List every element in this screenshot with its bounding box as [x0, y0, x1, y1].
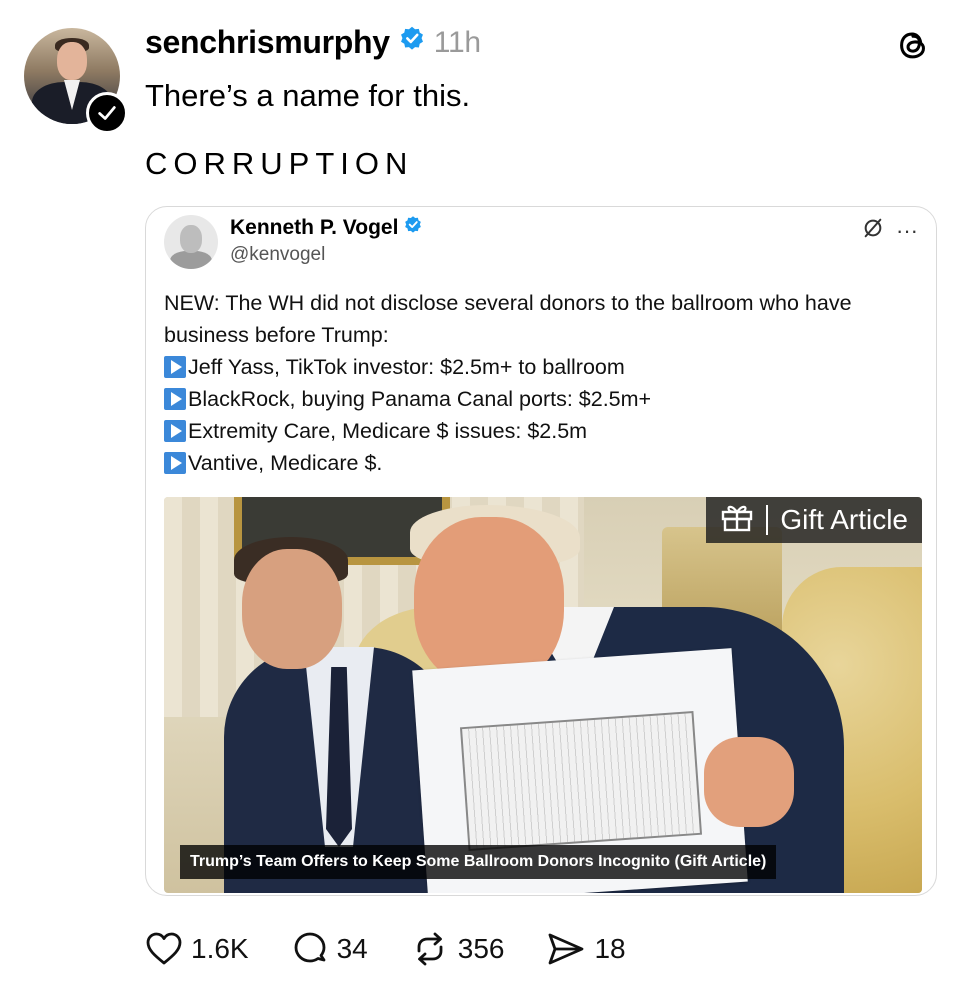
quoted-top-icons: ···	[862, 217, 918, 245]
like-button[interactable]: 1.6K	[145, 931, 249, 967]
play-icon	[164, 388, 186, 410]
gift-article-badge[interactable]: Gift Article	[706, 497, 922, 543]
quoted-intro-line2: business before Trump:	[164, 323, 389, 347]
comment-icon	[291, 930, 329, 968]
share-count: 18	[594, 933, 626, 964]
threads-logo-icon[interactable]	[894, 26, 932, 64]
repost-button[interactable]: 356	[410, 930, 505, 968]
list-item: Extremity Care, Medicare $ issues: $2.5m	[164, 415, 924, 447]
more-options-icon[interactable]: ···	[896, 218, 918, 244]
list-item-text: Extremity Care, Medicare $ issues: $2.5m	[188, 419, 588, 443]
gift-icon	[720, 502, 754, 539]
comment-button[interactable]: 34	[291, 930, 368, 968]
list-item-text: Vantive, Medicare $.	[188, 451, 383, 475]
repost-icon	[410, 930, 450, 968]
quoted-author-name[interactable]: Kenneth P. Vogel	[230, 216, 398, 240]
list-item-text: Jeff Yass, TikTok investor: $2.5m+ to ba…	[188, 355, 625, 379]
list-item: Jeff Yass, TikTok investor: $2.5m+ to ba…	[164, 351, 924, 383]
quoted-author-name-row: Kenneth P. Vogel	[230, 215, 423, 241]
post-header: senchrismurphy 11h	[145, 24, 481, 61]
article-photo[interactable]: Gift Article Trump’s Team Offers to Keep…	[164, 497, 922, 893]
post-time[interactable]: 11h	[434, 26, 481, 60]
quoted-author-avatar[interactable]	[164, 215, 218, 269]
post-text-line1: There’s a name for this.	[145, 78, 471, 113]
heart-icon	[145, 931, 183, 967]
follow-check-icon[interactable]	[86, 92, 128, 134]
comment-count: 34	[336, 933, 368, 964]
gift-divider	[766, 505, 769, 535]
article-caption[interactable]: Trump’s Team Offers to Keep Some Ballroo…	[180, 845, 777, 879]
verified-icon	[403, 215, 423, 241]
share-icon	[546, 930, 586, 968]
post-text-line2: CORRUPTION	[145, 146, 414, 181]
quoted-post-text: NEW: The WH did not disclose several don…	[164, 287, 924, 479]
play-icon	[164, 452, 186, 474]
username[interactable]: senchrismurphy	[145, 24, 390, 61]
quoted-author-handle[interactable]: @kenvogel	[230, 244, 325, 266]
list-item-text: BlackRock, buying Panama Canal ports: $2…	[188, 387, 652, 411]
gift-article-label: Gift Article	[780, 504, 908, 535]
action-bar: 1.6K 34 356 18	[145, 926, 626, 972]
like-count: 1.6K	[191, 933, 249, 964]
quoted-post-card[interactable]: Kenneth P. Vogel @kenvogel ··· NEW: The …	[145, 206, 937, 896]
grok-icon[interactable]	[862, 217, 884, 245]
list-item: BlackRock, buying Panama Canal ports: $2…	[164, 383, 924, 415]
list-item: Vantive, Medicare $.	[164, 447, 924, 479]
quoted-intro-line1: NEW: The WH did not disclose several don…	[164, 291, 852, 315]
share-button[interactable]: 18	[546, 930, 626, 968]
play-icon	[164, 420, 186, 442]
verified-icon	[398, 24, 426, 61]
play-icon	[164, 356, 186, 378]
repost-count: 356	[457, 933, 505, 964]
